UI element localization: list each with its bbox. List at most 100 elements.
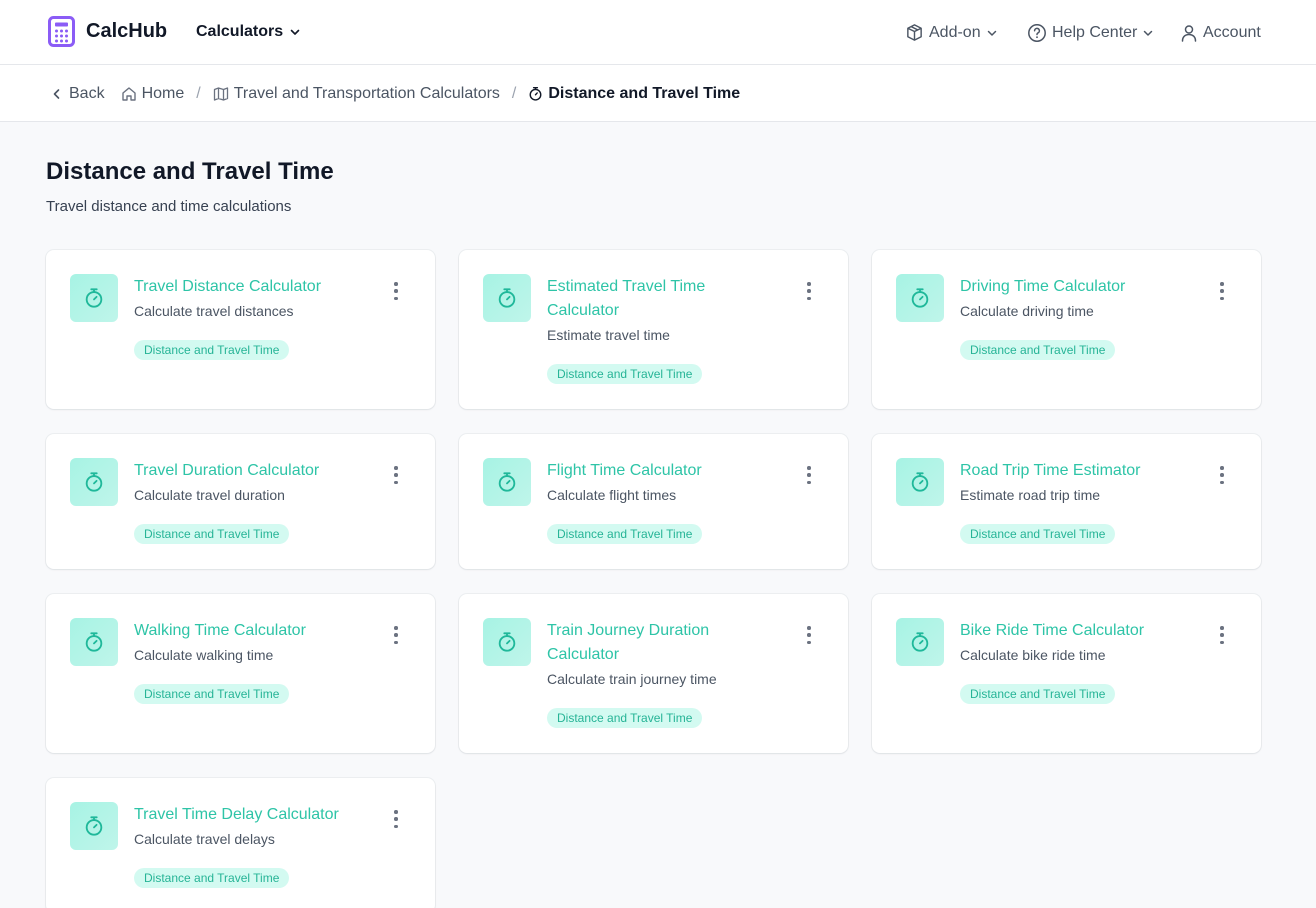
calculator-card[interactable]: Walking Time Calculator Calculate walkin… bbox=[46, 594, 435, 753]
card-title[interactable]: Driving Time Calculator bbox=[960, 275, 1172, 299]
user-icon bbox=[1181, 24, 1197, 42]
brand-name[interactable]: CalcHub bbox=[86, 20, 167, 43]
card-icon-tile bbox=[896, 274, 944, 322]
card-body: Travel Duration Calculator Calculate tra… bbox=[134, 459, 346, 544]
card-title[interactable]: Flight Time Calculator bbox=[547, 459, 759, 483]
card-description: Calculate flight times bbox=[547, 487, 677, 503]
stopwatch-icon bbox=[85, 816, 103, 836]
calculator-card[interactable]: Train Journey Duration Calculator Calcul… bbox=[459, 594, 848, 753]
page-subtitle: Travel distance and time calculations bbox=[46, 198, 292, 215]
chevron-down-icon bbox=[987, 30, 996, 36]
card-description: Calculate driving time bbox=[960, 303, 1094, 319]
category-tag[interactable]: Distance and Travel Time bbox=[547, 708, 703, 728]
calculator-card[interactable]: Road Trip Time Estimator Estimate road t… bbox=[872, 434, 1261, 569]
category-tag[interactable]: Distance and Travel Time bbox=[960, 684, 1116, 704]
account-label: Account bbox=[1203, 23, 1261, 41]
more-options-icon[interactable] bbox=[806, 282, 812, 300]
help-center-label: Help Center bbox=[1052, 23, 1138, 41]
card-icon-tile bbox=[896, 458, 944, 506]
category-tag[interactable]: Distance and Travel Time bbox=[547, 364, 703, 384]
more-options-icon[interactable] bbox=[393, 282, 399, 300]
card-title[interactable]: Travel Duration Calculator bbox=[134, 459, 346, 483]
card-body: Driving Time Calculator Calculate drivin… bbox=[960, 275, 1172, 360]
category-tag[interactable]: Distance and Travel Time bbox=[960, 340, 1116, 360]
calculator-logo-icon[interactable] bbox=[48, 16, 75, 47]
card-icon-tile bbox=[70, 458, 118, 506]
chevron-down-icon bbox=[290, 29, 300, 35]
map-icon bbox=[213, 86, 228, 101]
card-description: Calculate travel duration bbox=[134, 487, 285, 503]
help-center-menu[interactable]: Help Center bbox=[1027, 0, 1154, 65]
calculators-menu-label: Calculators bbox=[196, 23, 284, 40]
more-options-icon[interactable] bbox=[806, 626, 812, 644]
card-title[interactable]: Travel Distance Calculator bbox=[134, 275, 346, 299]
card-body: Flight Time Calculator Calculate flight … bbox=[547, 459, 759, 544]
card-description: Estimate road trip time bbox=[960, 487, 1101, 503]
card-icon-tile bbox=[70, 618, 118, 666]
account-menu[interactable]: Account bbox=[1180, 0, 1261, 65]
top-navbar: CalcHub Calculators Add-on Help Center A… bbox=[0, 0, 1316, 65]
card-body: Train Journey Duration Calculator Calcul… bbox=[547, 619, 759, 728]
addon-menu-label: Add-on bbox=[929, 23, 981, 41]
category-tag[interactable]: Distance and Travel Time bbox=[547, 524, 703, 544]
card-title[interactable]: Bike Ride Time Calculator bbox=[960, 619, 1172, 643]
category-tag[interactable]: Distance and Travel Time bbox=[134, 524, 290, 544]
breadcrumb-home-label: Home bbox=[141, 84, 185, 102]
more-options-icon[interactable] bbox=[1219, 282, 1225, 300]
card-icon-tile bbox=[483, 618, 531, 666]
card-title[interactable]: Train Journey Duration Calculator bbox=[547, 619, 759, 667]
back-link[interactable]: Back bbox=[50, 85, 105, 103]
breadcrumb: Back Home / Travel and Transportation Ca… bbox=[50, 65, 740, 122]
stopwatch-icon bbox=[498, 472, 516, 492]
chevron-down-icon bbox=[1144, 30, 1153, 36]
calculator-card[interactable]: Flight Time Calculator Calculate flight … bbox=[459, 434, 848, 569]
category-tag[interactable]: Distance and Travel Time bbox=[134, 868, 290, 888]
home-icon bbox=[121, 86, 136, 101]
stopwatch-icon bbox=[85, 288, 103, 308]
stopwatch-icon bbox=[911, 472, 929, 492]
card-icon-tile bbox=[483, 274, 531, 322]
card-body: Road Trip Time Estimator Estimate road t… bbox=[960, 459, 1172, 544]
stopwatch-icon bbox=[498, 288, 516, 308]
category-tag[interactable]: Distance and Travel Time bbox=[134, 684, 290, 704]
card-body: Estimated Travel Time Calculator Estimat… bbox=[547, 275, 759, 384]
calculator-card[interactable]: Travel Distance Calculator Calculate tra… bbox=[46, 250, 435, 409]
card-body: Walking Time Calculator Calculate walkin… bbox=[134, 619, 346, 704]
more-options-icon[interactable] bbox=[393, 466, 399, 484]
stopwatch-icon bbox=[911, 288, 929, 308]
breadcrumb-current-label: Distance and Travel Time bbox=[548, 84, 741, 102]
breadcrumb-home[interactable]: Home bbox=[121, 84, 185, 103]
category-tag[interactable]: Distance and Travel Time bbox=[960, 524, 1116, 544]
more-options-icon[interactable] bbox=[393, 810, 399, 828]
calculator-card[interactable]: Travel Duration Calculator Calculate tra… bbox=[46, 434, 435, 569]
card-title[interactable]: Walking Time Calculator bbox=[134, 619, 346, 643]
card-title[interactable]: Road Trip Time Estimator bbox=[960, 459, 1172, 483]
more-options-icon[interactable] bbox=[1219, 626, 1225, 644]
breadcrumb-separator: / bbox=[196, 84, 201, 102]
addon-menu[interactable]: Add-on bbox=[905, 0, 998, 65]
calculator-card[interactable]: Estimated Travel Time Calculator Estimat… bbox=[459, 250, 848, 409]
stopwatch-icon bbox=[498, 632, 516, 652]
card-body: Travel Time Delay Calculator Calculate t… bbox=[134, 803, 346, 888]
breadcrumb-bar: Back Home / Travel and Transportation Ca… bbox=[0, 65, 1316, 122]
breadcrumb-category[interactable]: Travel and Transportation Calculators bbox=[213, 85, 500, 103]
more-options-icon[interactable] bbox=[1219, 466, 1225, 484]
back-label: Back bbox=[69, 84, 105, 102]
more-options-icon[interactable] bbox=[806, 466, 812, 484]
card-description: Calculate walking time bbox=[134, 647, 274, 663]
card-description: Calculate bike ride time bbox=[960, 647, 1106, 663]
breadcrumb-current: Distance and Travel Time bbox=[528, 85, 740, 103]
card-title[interactable]: Travel Time Delay Calculator bbox=[134, 803, 346, 827]
calculator-card[interactable]: Bike Ride Time Calculator Calculate bike… bbox=[872, 594, 1261, 753]
calculators-menu[interactable]: Calculators bbox=[196, 23, 301, 41]
card-title[interactable]: Estimated Travel Time Calculator bbox=[547, 275, 759, 323]
stopwatch-icon bbox=[85, 472, 103, 492]
category-tag[interactable]: Distance and Travel Time bbox=[134, 340, 290, 360]
card-body: Bike Ride Time Calculator Calculate bike… bbox=[960, 619, 1172, 704]
calculator-card[interactable]: Travel Time Delay Calculator Calculate t… bbox=[46, 778, 435, 908]
package-icon bbox=[907, 24, 922, 41]
more-options-icon[interactable] bbox=[393, 626, 399, 644]
breadcrumb-category-label: Travel and Transportation Calculators bbox=[233, 84, 500, 102]
calculator-card[interactable]: Driving Time Calculator Calculate drivin… bbox=[872, 250, 1261, 409]
help-circle-icon bbox=[1028, 23, 1046, 42]
